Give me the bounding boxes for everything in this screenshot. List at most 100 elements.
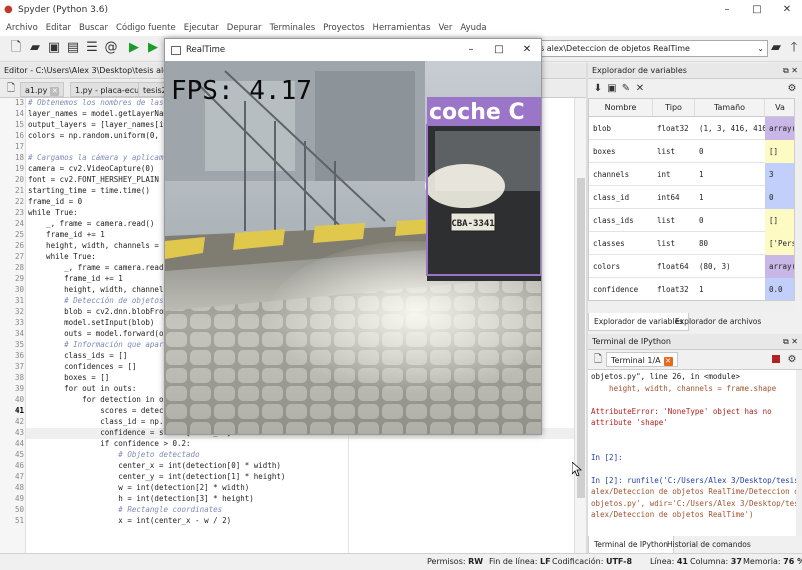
variable-row[interactable]: confidence float32 1 0.0 (589, 278, 794, 300)
menu-terminales[interactable]: Terminales (270, 23, 316, 33)
variable-value-cell: ['Perso (765, 232, 794, 255)
window-icon (171, 45, 181, 55)
tab-file-explorer[interactable]: Explorador de archivos (670, 313, 766, 331)
parent-directory-icon[interactable]: 🡑 (786, 40, 802, 56)
console-line: height, width, channels = frame.shape (591, 383, 777, 393)
realtime-close-button[interactable]: ✕ (513, 39, 541, 61)
working-directory-combobox[interactable]: s alex\Deteccion de objetos RealTime ⌄ (536, 40, 768, 57)
realtime-title-bar[interactable]: RealTime – □ ✕ (165, 39, 541, 61)
code-line: for detection in out: (28, 395, 178, 404)
run-cell-icon[interactable]: ▶ (145, 40, 161, 56)
menu-ayuda[interactable]: Ayuda (460, 23, 486, 33)
variable-type-cell: list (657, 216, 676, 225)
console-line: attribute 'shape' (591, 418, 668, 427)
open-folder-icon[interactable]: ▰ (27, 40, 43, 56)
variable-type-cell: float64 (657, 262, 689, 271)
code-line: center_y = int(detection[1] * height) (28, 472, 286, 481)
line-number: 32 (14, 307, 24, 316)
console-output[interactable]: objetos.py", line 26, in <module> height… (588, 370, 796, 536)
app-title: Spyder (Python 3.6) (18, 5, 108, 15)
menu-editar[interactable]: Editar (46, 23, 71, 33)
save-all-icon[interactable]: ▤ (65, 40, 81, 56)
code-line: confidences = [] (28, 362, 137, 371)
column-header-type[interactable]: Tipo (653, 99, 695, 117)
scroll-thumb[interactable] (577, 178, 585, 498)
console-tab-1a[interactable]: Terminal 1/A ✕ (606, 352, 678, 367)
menu-bar: Archivo Editar Buscar Código fuente Ejec… (0, 20, 802, 36)
variable-row[interactable]: classes list 80 ['Perso (589, 232, 794, 255)
column-header-size[interactable]: Tamaño (695, 99, 765, 117)
variable-name-cell: channels (593, 170, 630, 179)
editor-tab-a1[interactable]: a1.py ✕ (20, 82, 65, 97)
variable-value-cell: [] (765, 140, 794, 163)
console-line: In [2]: (591, 452, 623, 462)
console-scrollbar[interactable] (796, 370, 802, 536)
line-number: 49 (14, 494, 24, 503)
realtime-maximize-button[interactable]: □ (485, 39, 513, 61)
menu-proyectos[interactable]: Proyectos (323, 23, 364, 33)
remove-all-icon[interactable]: ✕ (632, 81, 648, 97)
line-number: 25 (14, 230, 24, 239)
variable-type-cell: float32 (657, 285, 689, 294)
new-file-icon[interactable]: 🗋 (8, 40, 24, 56)
menu-herramientas[interactable]: Herramientas (373, 23, 431, 33)
tab-history[interactable]: Historial de comandos (662, 536, 756, 554)
menu-archivo[interactable]: Archivo (6, 23, 38, 33)
code-line: if confidence > 0.2: (28, 439, 191, 448)
list-icon[interactable]: ☰ (84, 40, 100, 56)
run-icon[interactable]: ▶ (126, 40, 142, 56)
close-button[interactable]: ✕ (772, 0, 802, 20)
variable-row[interactable]: class_ids list 0 [] (589, 209, 794, 232)
menu-buscar[interactable]: Buscar (79, 23, 108, 33)
menu-ejecutar[interactable]: Ejecutar (184, 23, 219, 33)
undock-icon[interactable]: ⧉ ✕ (783, 334, 798, 350)
close-tab-icon[interactable]: ✕ (663, 357, 673, 366)
line-number: 50 (14, 505, 24, 514)
menu-depurar[interactable]: Depurar (227, 23, 262, 33)
variable-name-cell: class_ids (593, 216, 634, 225)
code-line: while True: (28, 252, 96, 261)
menu-codigo-fuente[interactable]: Código fuente (116, 23, 176, 33)
column-header-value[interactable]: Va (765, 99, 794, 117)
realtime-window[interactable]: RealTime – □ ✕ CBA-3341 coche C FPS: 4.1… (164, 38, 542, 435)
browse-tabs-icon[interactable]: 🗋 (3, 81, 19, 97)
variable-row[interactable]: boxes list 0 [] (589, 140, 794, 163)
code-line: # Objeto detectado (28, 450, 200, 459)
line-number: 44 (14, 439, 24, 448)
maximize-button[interactable]: □ (742, 0, 772, 20)
status-line: Línea: 41 (650, 557, 688, 566)
variable-table-vscroll[interactable] (795, 98, 802, 301)
options-gear-icon[interactable]: ⚙ (784, 81, 800, 97)
variable-size-cell: 0 (699, 216, 704, 225)
variable-table-hscroll[interactable] (588, 301, 795, 311)
variable-value-cell: array( (765, 117, 794, 140)
stop-kernel-icon[interactable] (772, 355, 780, 363)
code-line: # Cargamos la cámara y aplicamos l (28, 153, 182, 162)
line-number: 40 (14, 395, 24, 404)
variable-row[interactable]: channels int 1 3 (589, 163, 794, 186)
line-number: 38 (14, 373, 24, 382)
variable-row[interactable]: blob float32 (1, 3, 416, 416) array( (589, 117, 794, 140)
browse-folder-icon[interactable]: ▰ (768, 40, 784, 56)
variable-size-cell: 80 (699, 239, 709, 248)
console-line: alex/Deteccion de objetos RealTime') (591, 510, 754, 519)
line-number: 19 (14, 164, 24, 173)
realtime-minimize-button[interactable]: – (457, 39, 485, 61)
line-number: 48 (14, 483, 24, 492)
close-tab-icon[interactable]: ✕ (50, 87, 60, 96)
line-number: 30 (14, 285, 24, 294)
undock-icon[interactable]: ⧉ ✕ (783, 63, 798, 79)
console-line: objetos.py', wdir='C:/Users/Alex 3/Deskt… (591, 498, 796, 508)
browse-tabs-icon[interactable]: 🗋 (590, 352, 606, 368)
at-sign-icon[interactable]: @ (103, 40, 119, 56)
menu-ver[interactable]: Ver (438, 23, 452, 33)
variable-table[interactable]: Nombre Tipo Tamaño Va blob float32 (1, 3, … (588, 98, 795, 301)
save-icon[interactable]: ▣ (46, 40, 62, 56)
variable-row[interactable]: class_id int64 1 0 (589, 186, 794, 209)
minimize-button[interactable]: – (712, 0, 742, 20)
column-header-name[interactable]: Nombre (589, 99, 653, 117)
variable-row[interactable]: colors float64 (80, 3) array( (589, 255, 794, 278)
editor-scrollbar[interactable] (574, 98, 586, 553)
options-gear-icon[interactable]: ⚙ (784, 352, 800, 368)
status-bar: Permisos: RW Fin de línea: LF Codificaci… (0, 553, 802, 570)
